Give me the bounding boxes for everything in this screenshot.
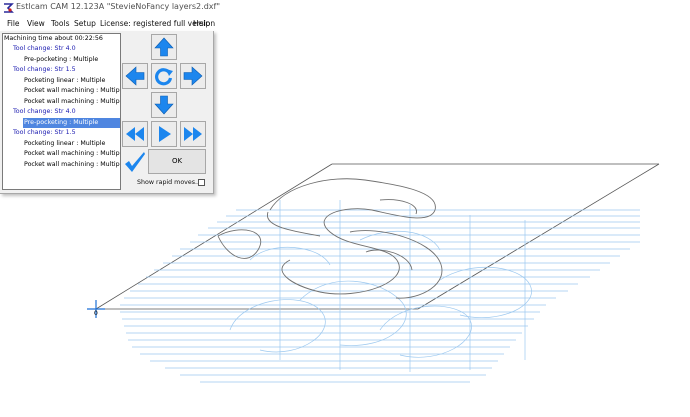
show-rapid-moves-checkbox[interactable]	[198, 179, 205, 186]
move-down-button[interactable]	[151, 92, 177, 118]
move-left-button[interactable]	[122, 63, 148, 89]
list-item-tool-change[interactable]: Tool change: Str 1.5	[13, 65, 76, 75]
reset-view-button[interactable]	[151, 63, 177, 89]
rewind-button[interactable]	[122, 121, 148, 147]
list-item-operation[interactable]: Pocket wall machining : Multiple	[24, 160, 120, 170]
play-icon	[159, 126, 171, 142]
list-item-selected[interactable]: Pre-pocketing : Multiple	[23, 118, 120, 128]
show-rapid-moves-label: Show rapid moves...:	[137, 179, 204, 186]
arrow-down-icon	[154, 95, 174, 115]
machining-time: Machining time about 00:22:56	[4, 35, 103, 42]
confirm-check-button[interactable]	[122, 149, 148, 175]
arrow-left-icon	[125, 66, 145, 86]
operation-list[interactable]: Machining time about 00:22:56 Tool chang…	[2, 33, 121, 190]
toolpath-layers	[120, 209, 640, 383]
move-up-button[interactable]	[151, 34, 177, 60]
list-item-tool-change[interactable]: Tool change: Str 4.0	[13, 44, 76, 54]
play-button[interactable]	[151, 121, 177, 147]
list-item-tool-change[interactable]: Tool change: Str 4.0	[13, 107, 76, 117]
list-item-operation[interactable]: Pocket wall machining : Multiple	[24, 97, 120, 107]
list-item-operation[interactable]: Pocket wall machining : Multiple	[24, 86, 120, 96]
refresh-icon	[155, 68, 173, 86]
fast-forward-button[interactable]	[180, 121, 206, 147]
origin-label: 0	[94, 310, 98, 317]
fast-forward-icon	[184, 127, 202, 141]
ok-button[interactable]: OK	[148, 149, 206, 174]
list-item-operation[interactable]: Pre-pocketing : Multiple	[24, 55, 98, 65]
arrow-right-icon	[183, 66, 203, 86]
design-outline	[217, 178, 443, 299]
toolpath-panel: Machining time about 00:22:56 Tool chang…	[0, 31, 214, 194]
list-item-operation[interactable]: Pocket wall machining : Multiple	[24, 149, 120, 159]
list-item-operation[interactable]: Pocketing linear : Multiple	[24, 139, 105, 149]
list-item-tool-change[interactable]: Tool change: Str 1.5	[13, 128, 76, 138]
move-right-button[interactable]	[180, 63, 206, 89]
checkmark-icon	[125, 152, 145, 172]
list-item-operation[interactable]: Pocketing linear : Multiple	[24, 76, 105, 86]
arrow-up-icon	[154, 37, 174, 57]
rewind-icon	[126, 127, 144, 141]
